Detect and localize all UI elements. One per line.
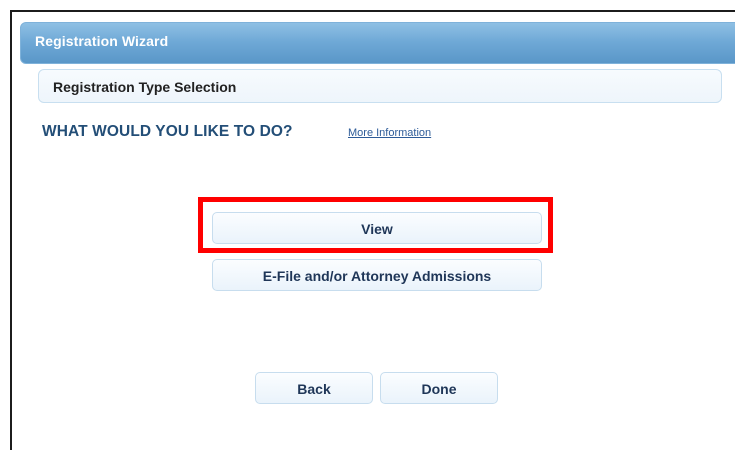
registration-type-section-bar: Registration Type Selection [38, 69, 722, 103]
wizard-title: Registration Wizard [35, 33, 169, 49]
section-title: Registration Type Selection [53, 79, 237, 95]
more-information-link[interactable]: More Information [348, 127, 431, 139]
efile-attorney-admissions-button[interactable]: E-File and/or Attorney Admissions [212, 259, 542, 291]
done-button[interactable]: Done [380, 372, 498, 404]
application-frame: Registration Wizard Registration Type Se… [10, 10, 735, 450]
question-heading: WHAT WOULD YOU LIKE TO DO? [42, 123, 293, 140]
view-button[interactable]: View [212, 212, 542, 244]
back-button[interactable]: Back [255, 372, 373, 404]
wizard-header: Registration Wizard [20, 22, 735, 64]
